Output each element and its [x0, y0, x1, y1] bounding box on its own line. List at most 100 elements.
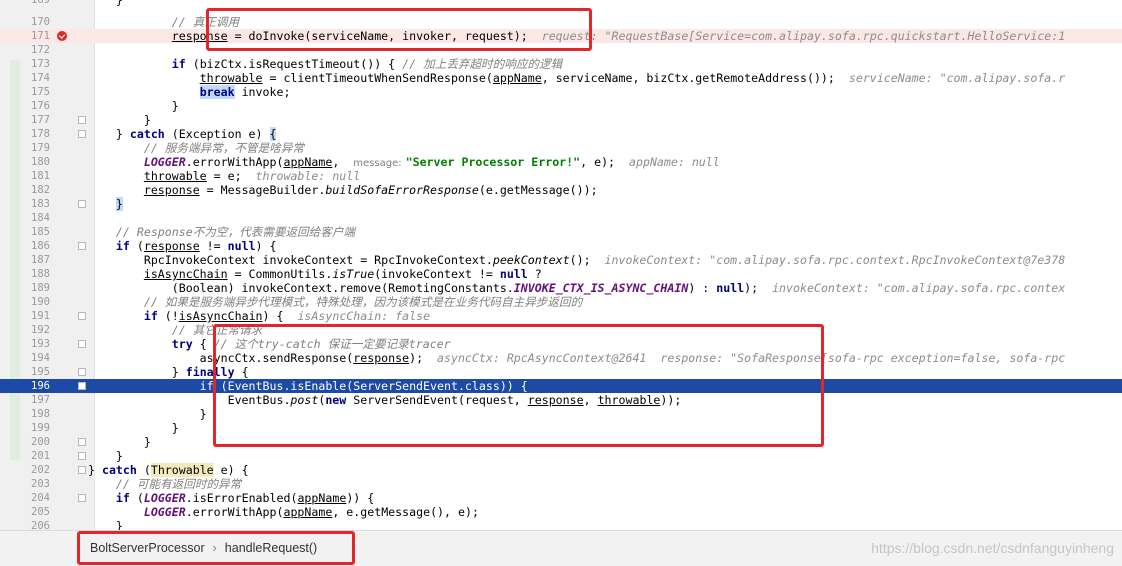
fold-marker-icon[interactable] — [78, 116, 86, 124]
line-number[interactable]: 178 — [24, 127, 50, 141]
line-number[interactable]: 180 — [24, 155, 50, 169]
line-number[interactable]: 183 — [24, 197, 50, 211]
line-number[interactable]: 185 — [24, 225, 50, 239]
fold-marker-icon[interactable] — [78, 466, 86, 474]
code-line[interactable]: 191 if (!isAsyncChain) { isAsyncChain: f… — [0, 309, 1122, 323]
line-number[interactable]: 184 — [24, 211, 50, 225]
line-number[interactable]: 204 — [24, 491, 50, 505]
code-text: throwable = clientTimeoutWhenSendRespons… — [199, 71, 1066, 85]
code-line[interactable]: 189 (Boolean) invokeContext.remove(Remot… — [0, 281, 1122, 295]
line-number[interactable]: 173 — [24, 57, 50, 71]
line-number[interactable]: 205 — [24, 505, 50, 519]
code-text: } — [88, 435, 151, 449]
code-text: } — [115, 197, 123, 211]
line-number[interactable]: 179 — [24, 141, 50, 155]
breadcrumb-class[interactable]: BoltServerProcessor — [90, 541, 205, 555]
line-number[interactable]: 181 — [24, 169, 50, 183]
line-number[interactable]: 191 — [24, 309, 50, 323]
line-number[interactable]: 172 — [24, 43, 50, 57]
code-text: if (bizCtx.isRequestTimeout()) { // 加上丢弃… — [171, 57, 563, 71]
line-number[interactable]: 169 — [24, 0, 50, 7]
code-text: } — [88, 519, 123, 530]
code-line[interactable]: 202 } catch (Throwable e) { — [0, 463, 1122, 477]
line-number[interactable]: 202 — [24, 463, 50, 477]
code-line[interactable]: 201 } — [0, 449, 1122, 463]
code-line[interactable]: 179 // 服务端异常，不管是啥异常 — [0, 141, 1122, 155]
code-line[interactable]: 206 } — [0, 519, 1122, 530]
code-line[interactable]: 169 } — [0, 0, 1122, 7]
code-line[interactable]: 176 } — [0, 99, 1122, 113]
breadcrumb: BoltServerProcessor › handleRequest() — [90, 541, 317, 555]
code-line[interactable]: 182 response = MessageBuilder.buildSofaE… — [0, 183, 1122, 197]
code-text: } — [88, 113, 151, 127]
line-number[interactable]: 174 — [24, 71, 50, 85]
code-text: } catch (Throwable e) { — [88, 463, 249, 477]
line-number[interactable]: 177 — [24, 113, 50, 127]
line-number[interactable]: 203 — [24, 477, 50, 491]
code-line[interactable]: 178 } catch (Exception e) { — [0, 127, 1122, 141]
code-line[interactable]: 183 } — [0, 197, 1122, 211]
line-number[interactable]: 193 — [24, 337, 50, 351]
code-text: (Boolean) invokeContext.remove(RemotingC… — [88, 281, 1066, 295]
code-text: response = MessageBuilder.buildSofaError… — [143, 183, 598, 197]
code-line[interactable]: 205 LOGGER.errorWithApp(appName, e.getMe… — [0, 505, 1122, 519]
fold-marker-icon[interactable] — [78, 368, 86, 376]
code-line[interactable]: 185 // Response不为空，代表需要返回给客户端 — [0, 225, 1122, 239]
fold-marker-icon[interactable] — [78, 200, 86, 208]
code-line[interactable]: 203 // 可能有返回时的异常 — [0, 477, 1122, 491]
code-line[interactable]: 188 isAsyncChain = CommonUtils.isTrue(in… — [0, 267, 1122, 281]
breadcrumb-bar: BoltServerProcessor › handleRequest() http… — [0, 530, 1122, 566]
fold-marker-icon[interactable] — [78, 242, 86, 250]
code-text: } — [88, 407, 207, 421]
line-number[interactable]: 206 — [24, 519, 50, 530]
line-number[interactable]: 197 — [24, 393, 50, 407]
line-number[interactable]: 188 — [24, 267, 50, 281]
code-text: isAsyncChain = CommonUtils.isTrue(invoke… — [143, 267, 542, 281]
code-line[interactable]: 190 // 如果是服务端异步代理模式，特殊处理，因为该模式是在业务代码自主异步… — [0, 295, 1122, 309]
line-number[interactable]: 199 — [24, 421, 50, 435]
code-line[interactable]: 204 if (LOGGER.isErrorEnabled(appName)) … — [0, 491, 1122, 505]
line-number[interactable]: 192 — [24, 323, 50, 337]
line-number[interactable]: 186 — [24, 239, 50, 253]
line-number[interactable]: 187 — [24, 253, 50, 267]
fold-marker-icon[interactable] — [78, 130, 86, 138]
fold-marker-icon[interactable] — [78, 312, 86, 320]
line-number[interactable]: 182 — [24, 183, 50, 197]
breakpoint-icon[interactable] — [57, 31, 67, 41]
code-text: } — [88, 421, 179, 435]
code-line[interactable]: 187 RpcInvokeContext invokeContext = Rpc… — [0, 253, 1122, 267]
code-line[interactable]: 174 throwable = clientTimeoutWhenSendRes… — [0, 71, 1122, 85]
line-number[interactable]: 176 — [24, 99, 50, 113]
code-text: RpcInvokeContext invokeContext = RpcInvo… — [88, 253, 1066, 267]
code-line[interactable]: 181 throwable = e; throwable: null — [0, 169, 1122, 183]
line-number[interactable]: 190 — [24, 295, 50, 309]
code-text: if (!isAsyncChain) { isAsyncChain: false — [143, 309, 431, 323]
breadcrumb-separator: › — [212, 541, 217, 555]
highlight-box-finally — [213, 324, 824, 447]
fold-marker-icon[interactable] — [78, 494, 86, 502]
code-editor[interactable]: 169 } 170 // 真正调用 171 response = doInvoke(… — [0, 0, 1122, 530]
code-line[interactable]: 177 } — [0, 113, 1122, 127]
line-number[interactable]: 170 — [24, 15, 50, 29]
fold-marker-icon[interactable] — [78, 452, 86, 460]
code-text: throwable = e; throwable: null — [143, 169, 361, 183]
fold-marker-icon[interactable] — [78, 438, 86, 446]
breadcrumb-method[interactable]: handleRequest() — [225, 541, 317, 555]
line-number[interactable]: 198 — [24, 407, 50, 421]
line-number[interactable]: 171 — [24, 29, 50, 43]
line-number[interactable]: 175 — [24, 85, 50, 99]
code-line[interactable]: 184 — [0, 211, 1122, 225]
code-line[interactable]: 186 if (response != null) { — [0, 239, 1122, 253]
line-number[interactable]: 196 — [24, 379, 50, 393]
fold-marker-icon[interactable] — [78, 340, 86, 348]
line-number[interactable]: 200 — [24, 435, 50, 449]
line-number[interactable]: 189 — [24, 281, 50, 295]
code-line[interactable]: 175 break invoke; — [0, 85, 1122, 99]
line-number[interactable]: 195 — [24, 365, 50, 379]
fold-marker-icon[interactable] — [78, 382, 86, 390]
line-number[interactable]: 201 — [24, 449, 50, 463]
code-line[interactable]: 173 if (bizCtx.isRequestTimeout()) { // … — [0, 57, 1122, 71]
watermark: https://blog.csdn.net/csdnfanguyinheng — [871, 540, 1114, 556]
line-number[interactable]: 194 — [24, 351, 50, 365]
code-line[interactable]: 180 LOGGER.errorWithApp(appName, message… — [0, 155, 1122, 169]
